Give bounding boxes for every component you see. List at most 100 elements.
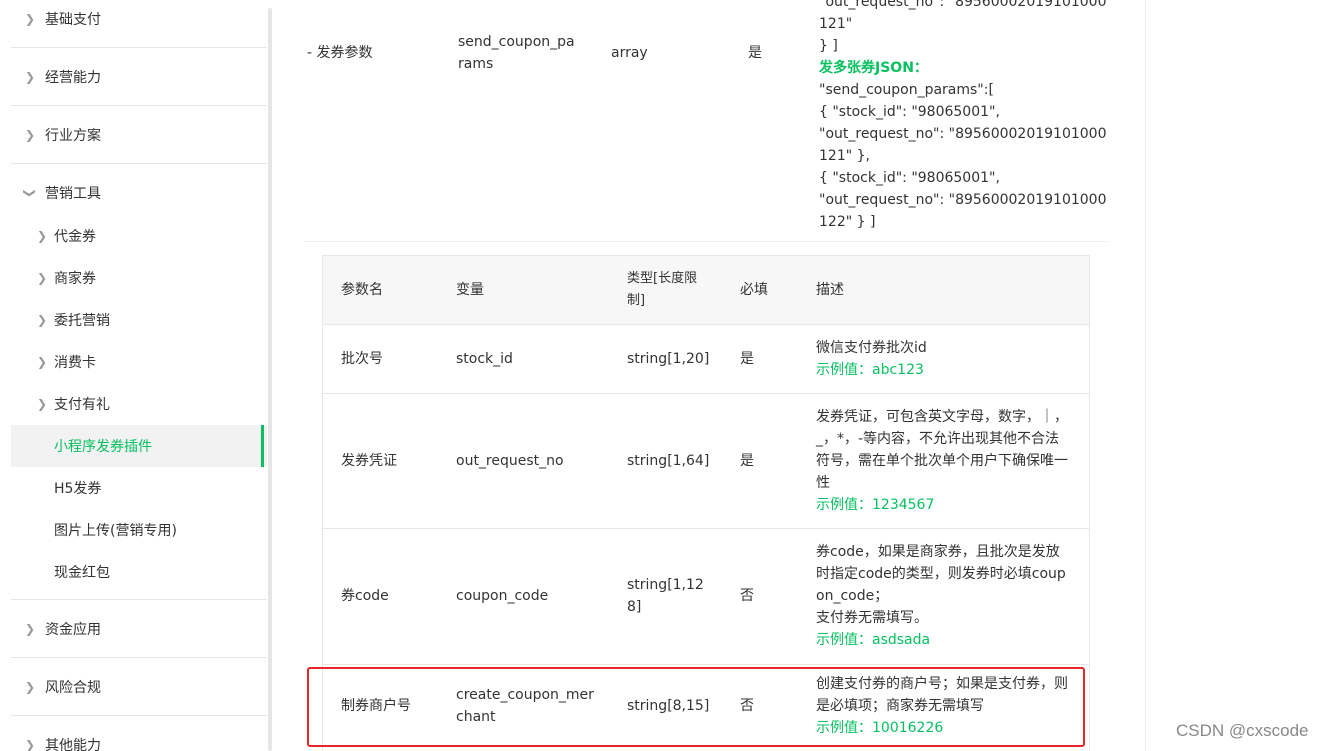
sidebar-item-label: 风险合规 — [45, 680, 101, 696]
sidebar-item-label: 委托营销 — [54, 313, 110, 329]
table-row: 批次号 stock_id string[1,20] 是 微信支付券批次id 示例… — [323, 325, 1089, 394]
sidebar-item-label: 消费卡 — [54, 355, 96, 371]
content-border — [1145, 0, 1146, 751]
sidebar-sub-merchant-coupon[interactable]: ❯ 商家券 — [11, 257, 267, 299]
sidebar-sub-consumer-card[interactable]: ❯ 消费卡 — [11, 341, 267, 383]
sidebar-item-label: H5发券 — [54, 481, 102, 497]
desc-line: 微信支付券批次id — [816, 340, 927, 356]
desc-subtitle: 发多张券JSON： — [819, 60, 928, 76]
param-var-line: rams — [458, 56, 494, 72]
desc-line: 创建支付券的商户号；如果是支付券，则 — [816, 676, 1068, 692]
sidebar-item-label: 图片上传(营销专用) — [54, 523, 177, 539]
table-row: 发券凭证 out_request_no string[1,64] 是 发券凭证，… — [323, 394, 1089, 529]
row-type-line: 8] — [627, 599, 642, 615]
sidebar-sub-delegated-marketing[interactable]: ❯ 委托营销 — [11, 299, 267, 341]
row-required: 是 — [740, 453, 754, 469]
table-row: 制券商户号 create_coupon_mer chant string[8,1… — [323, 665, 1089, 751]
row-required: 是 — [740, 351, 754, 367]
row-required: 否 — [740, 698, 754, 714]
desc-line: 是必填项；商家券无需填写 — [816, 698, 984, 714]
desc-line: 121" — [819, 16, 853, 32]
sidebar-item-label: 基础支付 — [45, 12, 101, 28]
desc-line: "out_request_no": "89560002019101000 — [819, 126, 1107, 142]
chevron-right-icon: ❯ — [36, 229, 48, 243]
sidebar-sub-cash-red-packet[interactable]: 现金红包 — [11, 551, 267, 593]
desc-line: { "stock_id": "98065001", — [819, 170, 1000, 186]
sidebar-sub-cash-coupon[interactable]: ❯ 代金券 — [11, 215, 267, 257]
sidebar-item-other-capability[interactable]: ❯ 其他能力 — [11, 716, 267, 751]
row-var-line: create_coupon_mer — [456, 687, 594, 703]
sidebar-sub-h5-coupon[interactable]: H5发券 — [11, 467, 267, 509]
param-required: 是 — [748, 45, 762, 61]
sidebar-item-fund-application[interactable]: ❯ 资金应用 — [11, 600, 267, 658]
sidebar-item-label: 现金红包 — [54, 565, 110, 581]
desc-line: _，*，-等内容，不允许出现其他不合法 — [816, 431, 1060, 447]
sidebar-sub-payment-gift[interactable]: ❯ 支付有礼 — [11, 383, 267, 425]
sidebar-item-risk-compliance[interactable]: ❯ 风险合规 — [11, 658, 267, 716]
sidebar-item-label: 小程序发券插件 — [54, 439, 152, 455]
chevron-right-icon: ❯ — [24, 622, 36, 636]
chevron-right-icon: ❯ — [36, 271, 48, 285]
header-name: 参数名 — [341, 282, 383, 298]
sidebar-item-label: 支付有礼 — [54, 397, 110, 413]
sidebar-sub-miniprogram-coupon-plugin[interactable]: 小程序发券插件 — [11, 425, 267, 467]
table-row: 券code coupon_code string[1,12 8] 否 券code… — [323, 529, 1089, 665]
watermark: CSDN @cxscode — [1176, 721, 1309, 740]
row-type: string[1,64] — [627, 453, 710, 469]
header-type-line: 类型[长度限 — [627, 271, 698, 286]
row-name: 批次号 — [341, 351, 383, 367]
desc-line: 发券凭证，可包含英文字母，数字，｜， — [816, 409, 1068, 425]
chevron-right-icon: ❯ — [24, 738, 36, 751]
desc-line: "send_coupon_params":[ — [819, 82, 994, 98]
row-var: create_coupon_mer chant — [456, 684, 594, 728]
chevron-down-icon: ❯ — [23, 187, 37, 199]
sidebar-item-marketing-tools[interactable]: ❯ 营销工具 — [11, 164, 267, 222]
sidebar-item-label: 行业方案 — [45, 128, 101, 144]
param-type: array — [611, 45, 648, 61]
sidebar-nav: ❯ 基础支付 ❯ 经营能力 ❯ 行业方案 ❯ 营销工具 ❯ 代金券 ❯ 商家券 … — [0, 0, 268, 751]
sidebar-scrollbar[interactable] — [268, 8, 272, 751]
nested-params-table: 参数名 变量 类型[长度限 制] 必填 描述 批次号 stock_id stri… — [322, 255, 1090, 751]
row-type: string[1,12 8] — [627, 574, 704, 618]
sidebar-item-label: 商家券 — [54, 271, 96, 287]
sidebar-item-basic-payment[interactable]: ❯ 基础支付 — [11, 0, 267, 48]
header-required: 必填 — [740, 282, 768, 298]
desc-line: { "stock_id": "98065001", — [819, 104, 1000, 120]
sidebar-sub-image-upload[interactable]: 图片上传(营销专用) — [11, 509, 267, 551]
chevron-right-icon: ❯ — [24, 70, 36, 84]
sidebar-item-label: 资金应用 — [45, 622, 101, 638]
row-desc: 微信支付券批次id 示例值：abc123 — [816, 337, 1078, 381]
sidebar-item-industry-solution[interactable]: ❯ 行业方案 — [11, 106, 267, 164]
desc-line: 121" }, — [819, 148, 870, 164]
row-desc: 发券凭证，可包含英文字母，数字，｜， _，*，-等内容，不允许出现其他不合法 符… — [816, 406, 1086, 516]
row-required: 否 — [740, 588, 754, 604]
desc-line: 支付券无需填写。 — [816, 610, 928, 626]
sidebar-item-label: 代金券 — [54, 229, 96, 245]
sidebar-item-label: 经营能力 — [45, 70, 101, 86]
row-desc: 券code，如果是商家券，且批次是发放 时指定code的类型，则发券时必填cou… — [816, 541, 1086, 651]
row-type: string[8,15] — [627, 698, 710, 714]
desc-line: } ] — [819, 38, 838, 54]
header-var: 变量 — [456, 282, 484, 298]
chevron-right-icon: ❯ — [36, 313, 48, 327]
example-value: 示例值：asdsada — [816, 632, 931, 648]
chevron-right-icon: ❯ — [24, 12, 36, 26]
sidebar-item-business-capability[interactable]: ❯ 经营能力 — [11, 48, 267, 106]
param-description: "out_request_no": "89560002019101000 121… — [819, 0, 1109, 233]
header-type-line: 制] — [627, 293, 646, 308]
desc-line: 时指定code的类型，则发券时必填coup — [816, 566, 1066, 582]
example-value: 示例值：1234567 — [816, 497, 935, 513]
chevron-right-icon: ❯ — [24, 680, 36, 694]
param-name: - 发券参数 — [307, 45, 373, 61]
chevron-right-icon: ❯ — [36, 355, 48, 369]
row-var: coupon_code — [456, 588, 549, 604]
desc-line: "out_request_no": "89560002019101000 — [819, 192, 1107, 208]
row-type-line: string[1,12 — [627, 577, 704, 593]
row-var: stock_id — [456, 351, 513, 367]
param-var: send_coupon_pa rams — [458, 31, 575, 75]
chevron-right-icon: ❯ — [36, 397, 48, 411]
desc-line: "out_request_no": "89560002019101000 — [819, 0, 1107, 10]
desc-line: on_code； — [816, 588, 889, 604]
row-name: 制券商户号 — [341, 698, 411, 714]
desc-line: 符号，需在单个批次单个用户下确保唯一 — [816, 453, 1068, 469]
